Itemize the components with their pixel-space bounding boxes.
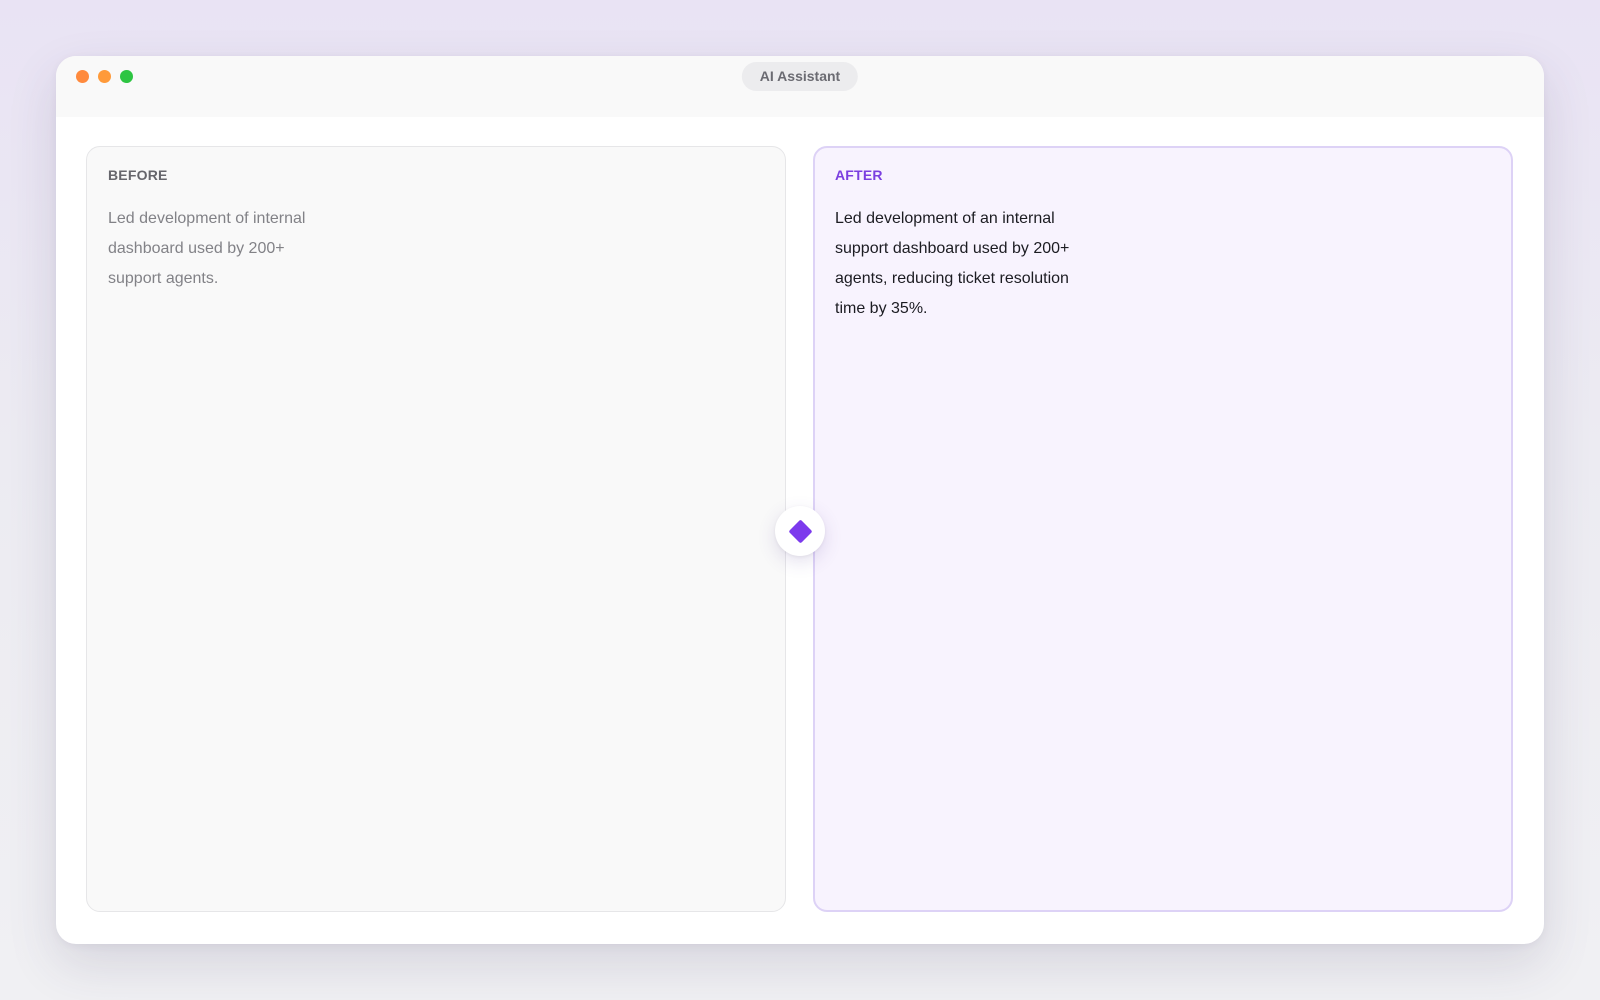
title-bar: AI Assistant [56,56,1544,117]
zoom-button[interactable] [120,70,133,83]
after-label: AFTER [835,167,883,183]
minimize-button[interactable] [98,70,111,83]
transform-button[interactable] [775,506,825,556]
window-title: AI Assistant [741,62,859,91]
before-panel: BEFORE Led development of internal dashb… [86,146,786,912]
diamond-icon [787,518,813,544]
before-text: Led development of internal dashboard us… [108,210,306,287]
before-label: BEFORE [108,167,168,183]
after-panel: AFTER Led development of an internal sup… [813,146,1513,912]
app-window: AI Assistant BEFORE Led development of i… [56,56,1544,944]
close-button[interactable] [76,70,89,83]
after-text: Led development of an internal support d… [835,210,1070,317]
